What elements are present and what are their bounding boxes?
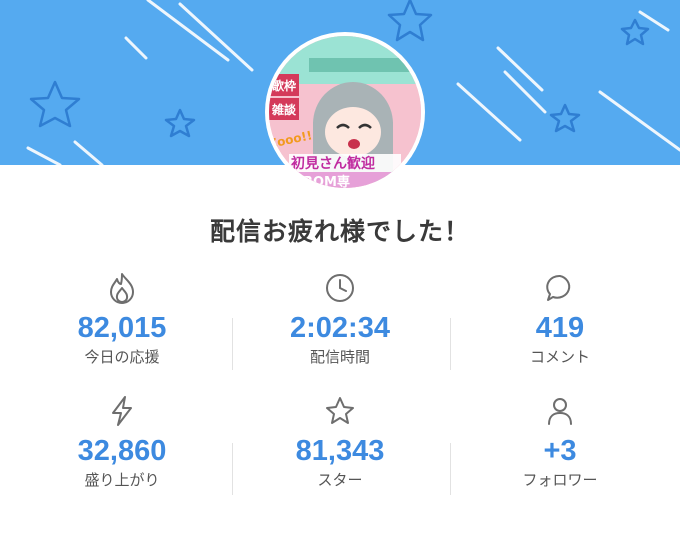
stat-label: 盛り上がり [84,471,160,489]
clock-icon [260,270,420,306]
column-divider [450,443,451,495]
stat-value: 32,860 [77,435,167,467]
page-title: 配信お疲れ様でした！ [209,217,470,246]
stat-excitement: 32,860 盛り上がり [42,393,202,489]
column-divider [450,318,451,370]
comment-bubble-icon [480,270,640,306]
stat-value: 82,015 [77,312,167,344]
stat-value: 419 [535,312,585,344]
stat-label: コメント [529,348,590,366]
avatar-text-welcome: 初見さん歓迎 [291,155,375,172]
column-divider [232,318,233,370]
lightning-icon [42,393,202,429]
avatar-image: Zooo!! 初見さん歓迎 ROM専 歌枠 雑談 [269,36,421,188]
person-icon [480,393,640,429]
avatar-text-rom: ROM専 [303,174,350,188]
stat-comments: 419 コメント [480,270,640,366]
avatar-tag-1: 歌枠 [272,78,296,93]
stat-stars: 81,343 スター [260,393,420,489]
stat-value: 2:02:34 [290,312,390,344]
stat-label: 今日の応援 [84,348,160,366]
stat-value: +3 [543,435,577,467]
stat-label: 配信時間 [309,348,370,366]
stat-duration: 2:02:34 配信時間 [260,270,420,366]
avatar-tag-2: 雑談 [271,102,297,117]
stat-value: 81,343 [295,435,385,467]
star-outline-icon [260,393,420,429]
streamer-avatar[interactable]: Zooo!! 初見さん歓迎 ROM専 歌枠 雑談 [265,32,425,192]
stat-label: フォロワー [522,471,598,489]
column-divider [232,443,233,495]
stat-support: 82,015 今日の応援 [42,270,202,366]
flame-icon [42,270,202,306]
stat-label: スター [317,471,363,489]
stat-followers: +3 フォロワー [480,393,640,489]
